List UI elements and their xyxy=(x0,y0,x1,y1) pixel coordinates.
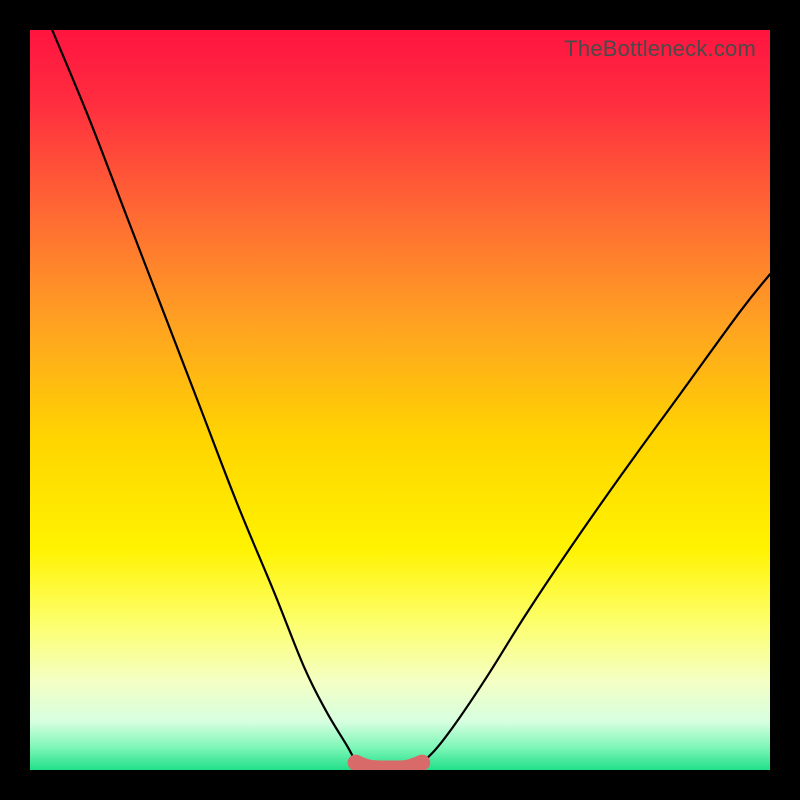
right-curve xyxy=(422,274,770,762)
left-curve xyxy=(52,30,355,763)
flat-bottom-marker xyxy=(356,763,423,769)
plot-area: TheBottleneck.com xyxy=(30,30,770,770)
chart-frame: TheBottleneck.com xyxy=(0,0,800,800)
curve-layer xyxy=(30,30,770,770)
watermark-text: TheBottleneck.com xyxy=(564,36,756,62)
